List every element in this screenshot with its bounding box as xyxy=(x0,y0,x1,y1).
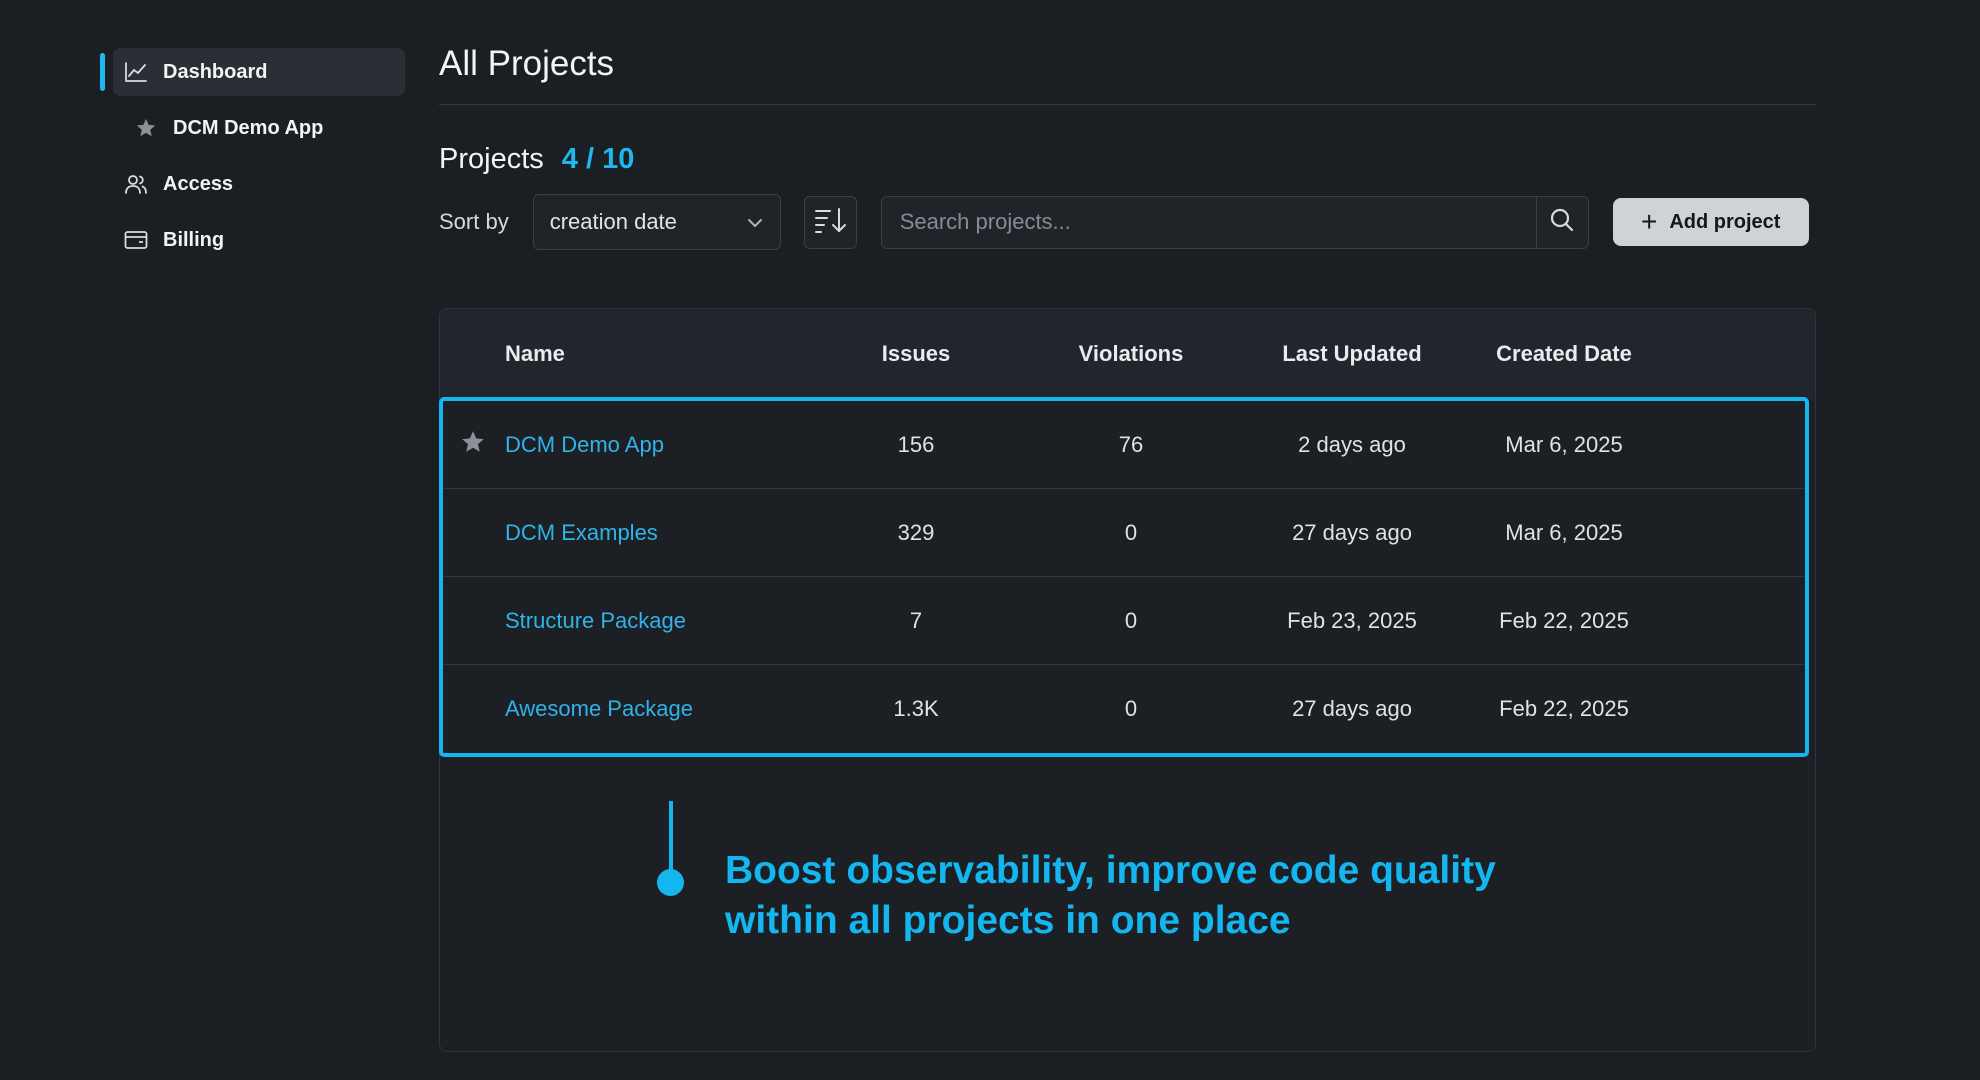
sort-select-value: creation date xyxy=(549,209,677,234)
header-name[interactable]: Name xyxy=(505,341,565,367)
active-indicator xyxy=(100,53,105,91)
sidebar-item-dashboard[interactable]: Dashboard xyxy=(100,48,405,96)
header-created-date[interactable]: Created Date xyxy=(1464,341,1664,367)
sidebar-item-access[interactable]: Access xyxy=(123,160,406,208)
sort-label: Sort by xyxy=(439,209,509,234)
projects-count: 4 / 10 xyxy=(561,143,635,175)
page-title: All Projects xyxy=(439,44,615,83)
header-violations[interactable]: Violations xyxy=(1046,341,1216,367)
search-button[interactable] xyxy=(1535,196,1588,248)
header-issues[interactable]: Issues xyxy=(846,341,986,367)
chart-line-icon xyxy=(123,59,149,85)
callout-text: Boost observability, improve code qualit… xyxy=(725,846,1625,946)
sort-descending-icon xyxy=(813,206,847,239)
sidebar-item-dcm-demo-app[interactable]: DCM Demo App xyxy=(133,104,406,152)
sidebar-item-label: Billing xyxy=(163,228,225,251)
add-project-label: Add project xyxy=(1669,210,1781,233)
toolbar: Sort by creation date Search projects...… xyxy=(439,194,1816,250)
callout-dot xyxy=(657,869,684,896)
callout-connector xyxy=(669,801,673,879)
main-content: All Projects Projects 4 / 10 Sort by cre… xyxy=(439,40,1816,1052)
sidebar-item-billing[interactable]: Billing xyxy=(123,216,406,264)
search-input[interactable] xyxy=(881,196,1536,248)
users-icon xyxy=(123,171,149,197)
sidebar-item-label: DCM Demo App xyxy=(173,116,324,139)
highlight-frame xyxy=(439,397,1809,757)
callout-line-2: within all projects in one place xyxy=(725,899,1291,942)
search-box xyxy=(880,195,1589,249)
sort-direction-button[interactable] xyxy=(803,195,857,249)
sidebar: Dashboard DCM Demo App Access Billing xyxy=(100,48,406,272)
search-icon xyxy=(1549,207,1575,238)
chevron-down-icon xyxy=(746,209,764,235)
wallet-icon xyxy=(123,227,149,253)
sort-select[interactable]: creation date xyxy=(532,194,781,250)
projects-label: Projects xyxy=(439,143,544,175)
header-last-updated[interactable]: Last Updated xyxy=(1252,341,1452,367)
divider xyxy=(439,104,1816,105)
add-project-button[interactable]: + Add project xyxy=(1612,198,1809,246)
sidebar-item-label: Access xyxy=(163,172,234,195)
callout-line-1: Boost observability, improve code qualit… xyxy=(725,849,1496,892)
projects-header: Projects 4 / 10 xyxy=(439,143,1816,176)
star-icon xyxy=(133,115,159,141)
sidebar-item-label: Dashboard xyxy=(163,60,268,83)
table-header: Name Issues Violations Last Updated Crea… xyxy=(440,309,1815,399)
plus-icon: + xyxy=(1640,206,1658,237)
app-root: Dashboard DCM Demo App Access Billing Al… xyxy=(0,0,1980,1080)
